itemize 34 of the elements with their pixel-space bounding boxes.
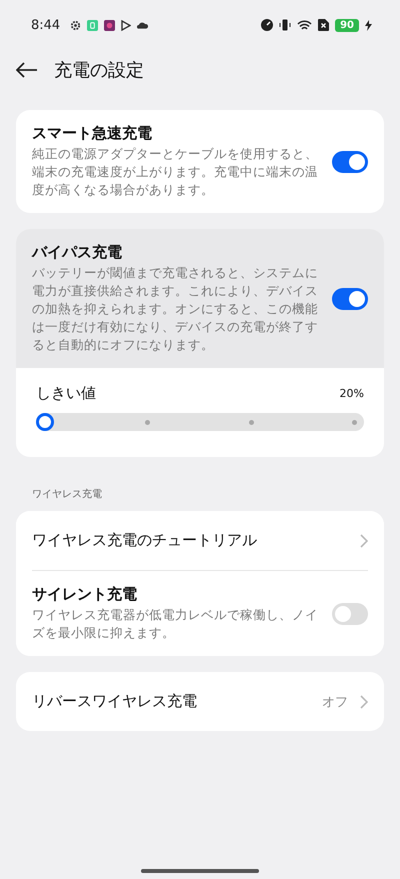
toggle-switch[interactable] bbox=[332, 150, 368, 172]
slider-label: しきい値 bbox=[36, 384, 96, 403]
setting-value: オフ bbox=[322, 694, 348, 710]
chevron-right-icon bbox=[360, 534, 368, 548]
back-button[interactable] bbox=[16, 62, 38, 78]
setting-row[interactable]: バイパス充電 バッテリーが閾値まで充電されると、システムに電力が直接供給されます。これにより、デバイスの加熱を抑えられます。オンにすると、この機能は一度だけ有効になり、デバイスの充電が終了すると自動的にオフになります。 bbox=[16, 229, 384, 368]
setting-description: 純正の電源アダプターとケーブルを使用すると、端末の充電速度が上がります。充電中に端末の温度が高くなる場合があります。 bbox=[32, 145, 319, 199]
slider-value: 20% bbox=[340, 387, 364, 400]
gauge-icon bbox=[261, 19, 274, 31]
sim-icon bbox=[318, 19, 330, 31]
vibrate-icon bbox=[279, 19, 292, 31]
section-header: ワイヤレス充電 bbox=[31, 488, 103, 502]
page-title: 充電の設定 bbox=[54, 59, 144, 82]
setting-link[interactable]: リバースワイヤレス充電 bbox=[32, 686, 310, 717]
battery-level: 90 bbox=[335, 18, 359, 32]
toggle-switch[interactable] bbox=[332, 602, 368, 624]
play-icon bbox=[121, 20, 132, 30]
setting-description: バッテリーが閾値まで充電されると、システムに電力が直接供給されます。これにより、デバイスの加熱を抑えられます。オンにすると、この機能は一度だけ有効になり、デバイスの充電が終了すると自動的にオフになります。 bbox=[32, 264, 319, 354]
toggle-switch[interactable] bbox=[332, 288, 368, 310]
setting-title: バイパス充電 bbox=[32, 243, 123, 262]
wifi-icon bbox=[297, 20, 312, 30]
app-icon bbox=[104, 20, 116, 30]
slider-track[interactable] bbox=[36, 413, 364, 431]
slider-thumb[interactable] bbox=[36, 413, 54, 431]
app-icon bbox=[87, 20, 98, 30]
setting-title: サイレント充電 bbox=[32, 585, 138, 604]
setting-link[interactable]: ワイヤレス充電のチュートリアル bbox=[32, 525, 348, 556]
setting-description: ワイヤレス充電器が低電力レベルで稼働し、ノイズを最小限に抑えます。 bbox=[32, 606, 319, 642]
cloud-icon bbox=[137, 21, 148, 29]
bolt-icon bbox=[365, 20, 372, 30]
gear-icon bbox=[70, 20, 82, 30]
status-time: 8:44 bbox=[31, 18, 60, 32]
chevron-right-icon bbox=[360, 694, 368, 708]
setting-title: スマート急速充電 bbox=[32, 124, 153, 143]
